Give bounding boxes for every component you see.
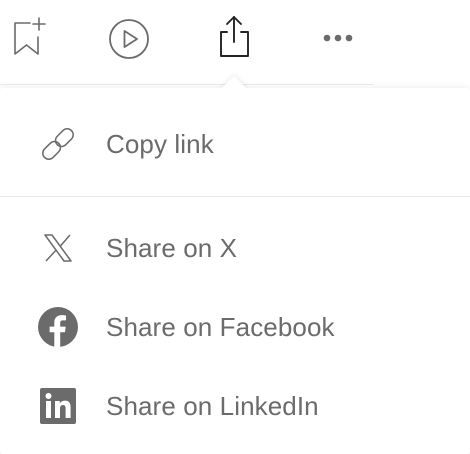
share-button[interactable]: [213, 12, 255, 60]
link-icon: [38, 124, 78, 164]
menu-divider: [0, 196, 470, 197]
share-on-x-menu-item[interactable]: Share on X: [0, 218, 470, 278]
article-action-toolbar: [0, 0, 470, 88]
menu-item-label: Copy link: [106, 128, 214, 159]
listen-button[interactable]: [108, 18, 150, 60]
linkedin-icon: [38, 386, 78, 426]
toolbar-divider: [0, 84, 374, 85]
menu-item-label: Share on X: [106, 232, 238, 263]
play-circle-icon: [108, 18, 150, 60]
menu-item-label: Share on Facebook: [106, 311, 335, 342]
share-upload-icon: [214, 12, 254, 60]
x-logo-icon: [38, 228, 78, 268]
more-dots-icon: [320, 32, 356, 44]
share-on-linkedin-menu-item[interactable]: Share on LinkedIn: [0, 376, 470, 436]
menu-item-label: Share on LinkedIn: [106, 390, 319, 421]
bookmark-add-icon: [10, 15, 46, 57]
article-share-view: Copy link Share on X Share on Facebook S…: [0, 0, 470, 454]
save-to-list-button[interactable]: [8, 14, 48, 58]
more-options-button[interactable]: [318, 24, 358, 52]
facebook-icon: [38, 307, 78, 347]
copy-link-menu-item[interactable]: Copy link: [0, 114, 470, 174]
share-on-facebook-menu-item[interactable]: Share on Facebook: [0, 297, 470, 357]
share-menu-popover: Copy link Share on X Share on Facebook S…: [0, 88, 470, 454]
